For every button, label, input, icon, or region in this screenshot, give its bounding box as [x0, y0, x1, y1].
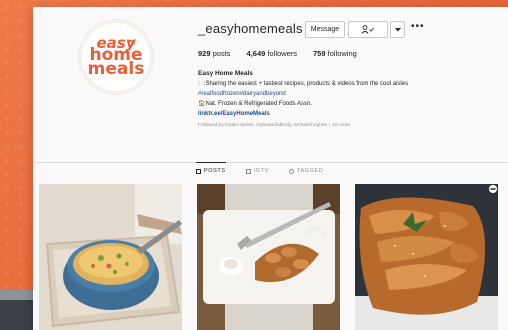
followers-stat[interactable]: 4,649 followers	[247, 49, 297, 58]
following-button[interactable]	[348, 21, 388, 38]
bio-line-1: 🍽️Sharing the easiest + tastiest recipes…	[198, 81, 409, 87]
profile-avatar[interactable]: easy home meals	[78, 19, 154, 95]
tab-tagged-label: TAGGED	[296, 168, 324, 174]
tag-icon	[288, 168, 294, 174]
followers-count: 4,649	[246, 49, 266, 58]
followers-label: followers	[267, 49, 298, 58]
posts-count: 929	[198, 49, 211, 58]
tabs-divider	[33, 162, 508, 163]
bio-line-3: Nat. Frozen & Refrigerated Foods Assn.	[205, 101, 312, 107]
suggestions-dropdown-button[interactable]	[390, 21, 405, 38]
tab-igtv-label: IGTV	[253, 168, 269, 174]
posts-stat[interactable]: 929 posts	[198, 49, 231, 58]
tab-posts-label: POSTS	[204, 168, 226, 174]
instagram-profile-card: easy home meals _easyhomemeals Message •…	[33, 7, 508, 330]
tab-posts[interactable]: POSTS	[196, 168, 226, 174]
chevron-down-icon	[394, 27, 401, 31]
following-stat[interactable]: 759 following	[313, 49, 357, 58]
profile-stats: 929 posts 4,649 followers 759 following	[198, 49, 357, 58]
following-count: 759	[313, 49, 326, 58]
tab-igtv[interactable]: IGTV	[245, 168, 269, 174]
logo-word-meals: meals	[87, 59, 145, 80]
post-thumbnail-2[interactable]	[197, 184, 340, 330]
profile-username: _easyhomemeals	[198, 21, 303, 36]
tab-tagged[interactable]: TAGGED	[288, 168, 324, 174]
bio-name: Easy Home Meals	[198, 70, 253, 77]
message-button[interactable]: Message	[305, 21, 345, 38]
bio-association-row: 🏠Nat. Frozen & Refrigerated Foods Assn.	[198, 99, 498, 109]
bio-website-link[interactable]: linktr.ee/EasyHomeMeals	[198, 109, 498, 119]
profile-bio: Easy Home Meals 🍽️Sharing the easiest + …	[198, 69, 498, 131]
followed-by-text[interactable]: Followed by foodie.stories, mybeautifulb…	[198, 121, 498, 131]
tv-icon	[245, 168, 251, 174]
grid-icon	[196, 168, 201, 174]
profile-tabs: POSTS IGTV TAGGED	[196, 168, 323, 174]
braided-bread-image	[355, 184, 498, 330]
posts-label: posts	[212, 49, 231, 58]
active-tab-indicator	[196, 162, 226, 163]
post-thumbnail-3[interactable]	[355, 184, 498, 330]
following-label: following	[327, 49, 357, 58]
more-options-icon[interactable]: •••	[411, 21, 425, 32]
plated-dish-image	[197, 184, 340, 330]
risotto-bowl-image	[39, 184, 182, 330]
person-check-icon	[361, 25, 375, 34]
post-thumbnail-1[interactable]	[39, 184, 182, 330]
bio-hashtags[interactable]: #realfoodfrozen#dairyandbeyond	[198, 89, 498, 99]
